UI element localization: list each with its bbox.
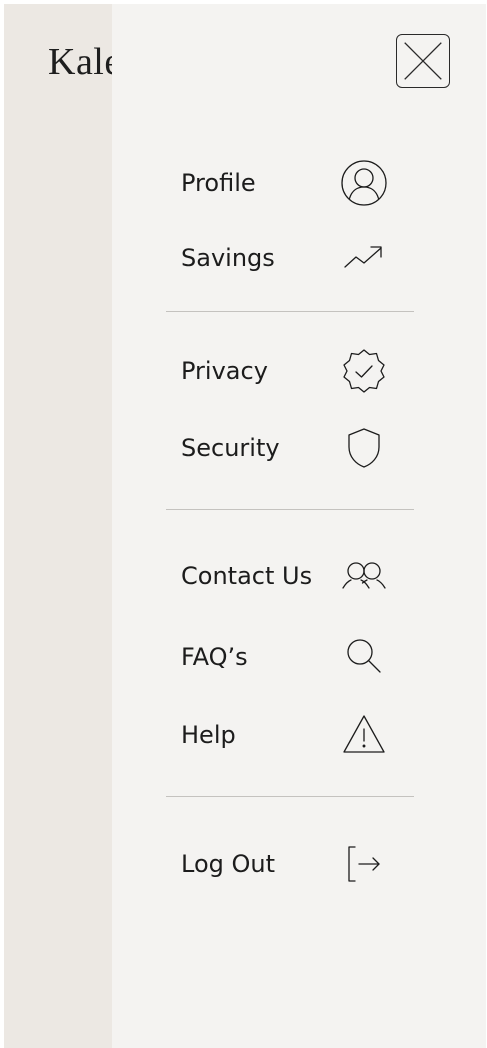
- logout-icon: [338, 838, 390, 890]
- menu-item-label: Log Out: [181, 850, 276, 878]
- verified-badge-icon: [338, 345, 390, 397]
- menu-item-label: Privacy: [181, 357, 268, 385]
- menu-item-log-out[interactable]: Log Out: [166, 836, 414, 892]
- menu-divider: [166, 311, 414, 312]
- menu-item-privacy[interactable]: Privacy: [166, 343, 414, 399]
- shield-icon: [338, 422, 390, 474]
- menu-item-label: Savings: [181, 244, 275, 272]
- menu-item-label: Contact Us: [181, 562, 313, 590]
- warning-icon: [338, 709, 390, 761]
- search-icon: [338, 631, 390, 683]
- menu-item-label: Profile: [181, 169, 256, 197]
- menu-divider: [166, 509, 414, 510]
- menu-item-label: Security: [181, 434, 280, 462]
- close-icon: [404, 42, 442, 80]
- page-backdrop[interactable]: Kale: [4, 4, 112, 1048]
- menu-divider: [166, 796, 414, 797]
- brand-logo: Kale: [48, 41, 112, 83]
- close-menu-button[interactable]: [396, 34, 450, 88]
- user-circle-icon: [338, 157, 390, 209]
- menu-item-label: FAQ’s: [181, 643, 248, 671]
- menu-item-profile[interactable]: Profile: [166, 155, 414, 211]
- menu-item-savings[interactable]: Savings: [166, 230, 414, 286]
- menu-item-help[interactable]: Help: [166, 707, 414, 763]
- app-frame: Kale Profile Savings: [4, 4, 486, 1048]
- menu-item-faqs[interactable]: FAQ’s: [166, 629, 414, 685]
- menu-item-security[interactable]: Security: [166, 420, 414, 476]
- menu-item-contact-us[interactable]: Contact Us: [166, 548, 414, 604]
- users-icon: [338, 550, 390, 602]
- menu-item-label: Help: [181, 721, 236, 749]
- trend-up-icon: [338, 232, 390, 284]
